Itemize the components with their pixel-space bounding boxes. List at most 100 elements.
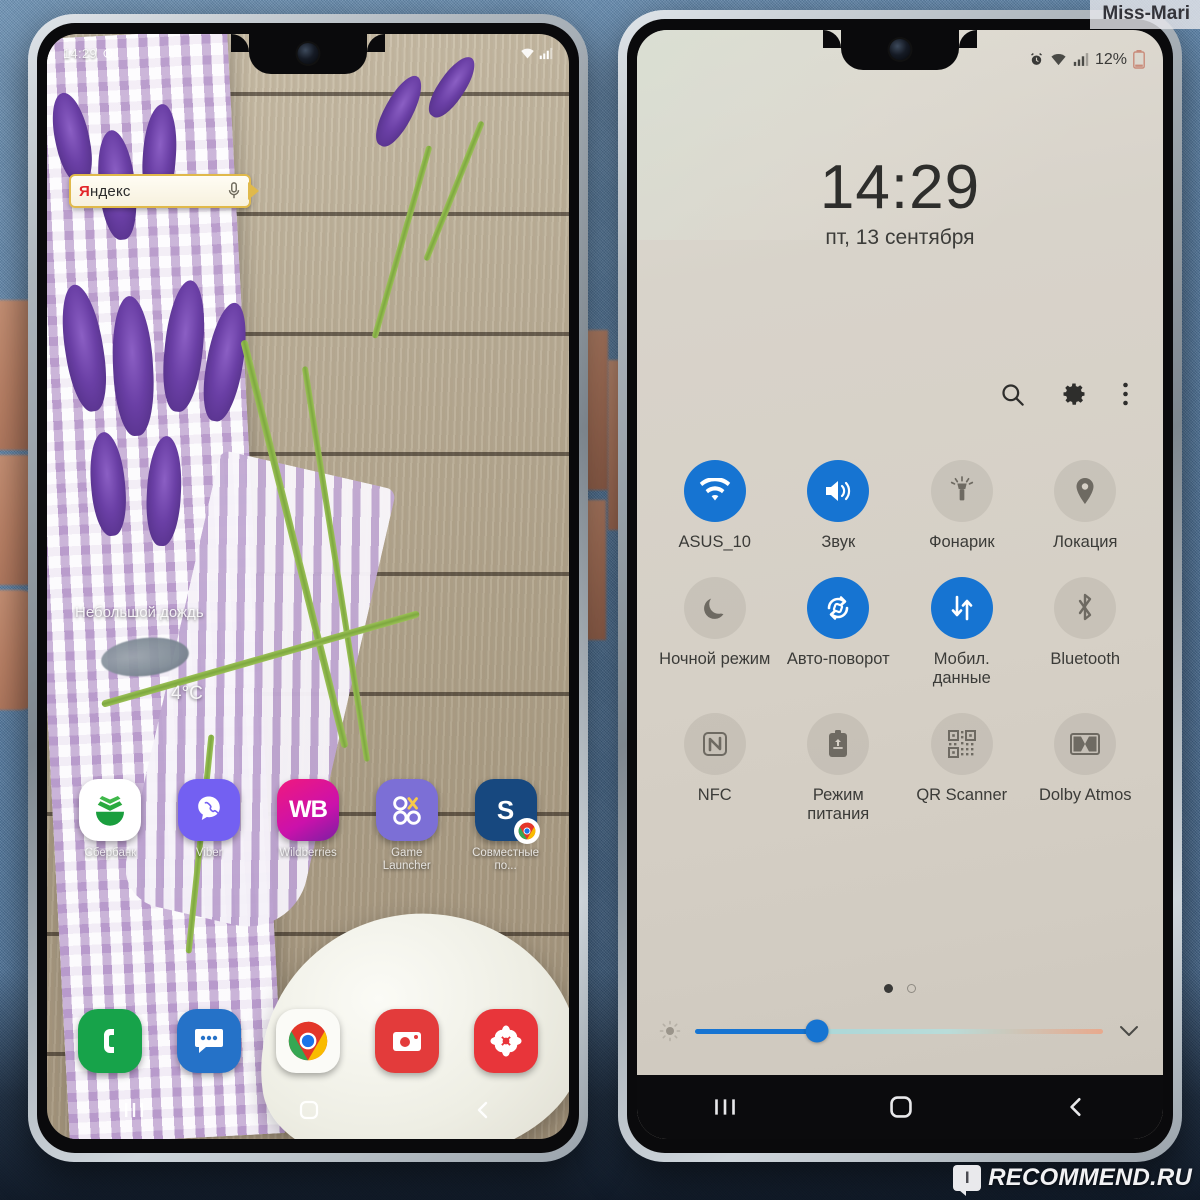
app-viber[interactable]: Viber <box>170 779 248 873</box>
weather-temperature: 4°C <box>171 683 203 704</box>
back-icon[interactable] <box>473 1100 493 1120</box>
quick-settings-screen[interactable]: 12% 14:29 пт, 13 сентября ASUS_10 Звук Ф… <box>637 30 1163 1139</box>
toggle-label: NFC <box>697 786 732 805</box>
microphone-icon[interactable] <box>227 182 241 200</box>
more-options-icon[interactable] <box>1122 381 1129 407</box>
back-icon[interactable] <box>1065 1096 1087 1118</box>
page-indicator <box>637 984 1163 993</box>
samsung-shared-icon: S <box>474 779 540 844</box>
toggle-dolby-atmos[interactable]: Dolby Atmos <box>1029 713 1141 823</box>
dock-messages[interactable] <box>170 1009 248 1073</box>
app-label: Wildberries <box>279 847 337 859</box>
home-screen[interactable]: 14:29 Яндекс Небольшой дождь 4°C Сбербан… <box>47 34 569 1139</box>
dock-phone[interactable] <box>71 1009 149 1073</box>
recents-icon[interactable] <box>123 1101 145 1119</box>
game-launcher-icon <box>375 779 438 841</box>
phone-bezel: 14:29 Яндекс Небольшой дождь 4°C Сбербан… <box>37 23 579 1153</box>
irecommend-badge-icon: I <box>953 1165 982 1196</box>
quick-settings-row: Ночной режим Авто-поворот Мобил. данные … <box>653 577 1147 687</box>
page-dot[interactable] <box>907 984 916 993</box>
auto-rotate-icon <box>807 577 870 640</box>
app-sberbank[interactable]: Сбербанк <box>71 779 149 873</box>
chrome-badge-icon <box>513 818 540 844</box>
navigation-bar <box>47 1081 569 1139</box>
camera-icon <box>374 1009 439 1073</box>
toggle-label: ASUS_10 <box>678 533 751 551</box>
app-label: Viber <box>195 847 223 859</box>
toggle-label: Локация <box>1053 533 1118 551</box>
lockscreen-clock: 14:29 <box>819 153 981 222</box>
phone-right-quick-settings: 12% 14:29 пт, 13 сентября ASUS_10 Звук Ф… <box>618 10 1182 1162</box>
app-samsung-shared[interactable]: S Совместные по... <box>467 779 545 873</box>
alarm-icon <box>1031 53 1042 65</box>
toggle-nfc[interactable]: NFC <box>659 713 771 823</box>
quick-settings-grid: ASUS_10 Звук Фонарик Локация Ночной режи… <box>653 460 1147 849</box>
status-bar-right <box>520 47 553 60</box>
qr-scanner-icon <box>930 713 993 776</box>
toggle-flashlight[interactable]: Фонарик <box>906 460 1018 551</box>
yandex-search-widget[interactable]: Яндекс <box>69 174 259 208</box>
toggle-label: Звук <box>821 533 856 551</box>
dock-chrome[interactable] <box>269 1009 347 1073</box>
home-icon[interactable] <box>298 1099 320 1121</box>
app-game-launcher[interactable]: Game Launcher <box>368 779 446 873</box>
viber-icon <box>178 779 241 841</box>
toggle-night-mode[interactable]: Ночной режим <box>659 577 771 687</box>
display-notch <box>823 30 977 70</box>
status-time: 14:29 <box>63 45 98 61</box>
quick-panel-header-actions <box>999 380 1129 408</box>
weather-widget[interactable]: Небольшой дождь 4°C <box>75 604 204 705</box>
toggle-mobile-data[interactable]: Мобил. данные <box>906 577 1018 687</box>
app-label: Сбербанк <box>84 847 137 859</box>
app-label: Совместные по... <box>472 847 540 872</box>
watermark-irecommend: I RECOMMEND.RU <box>953 1164 1192 1196</box>
chevron-down-icon[interactable] <box>1117 1022 1141 1040</box>
yandex-widget-arrow <box>248 182 259 200</box>
toggle-location[interactable]: Локация <box>1029 460 1141 551</box>
status-bar-left: 14:29 <box>63 46 114 61</box>
brightness-slider[interactable] <box>695 1019 1103 1043</box>
gallery-icon <box>473 1009 538 1073</box>
brightness-slider-row <box>659 1019 1141 1043</box>
dock-camera[interactable] <box>368 1009 446 1073</box>
brightness-slider-knob[interactable] <box>805 1019 829 1043</box>
toggle-label: Режим питания <box>807 786 870 823</box>
brightness-low-icon <box>659 1020 681 1042</box>
front-camera-icon <box>297 43 319 64</box>
weather-description: Небольшой дождь <box>75 604 204 621</box>
battery-icon <box>1133 50 1145 69</box>
toggle-wifi[interactable]: ASUS_10 <box>659 460 771 551</box>
brightness-slider-fill <box>695 1028 818 1034</box>
watermark-author: Miss-Mari <box>1090 0 1200 29</box>
settings-gear-icon[interactable] <box>1060 380 1088 408</box>
power-mode-icon <box>807 713 870 776</box>
phone-bezel: 12% 14:29 пт, 13 сентября ASUS_10 Звук Ф… <box>627 19 1173 1153</box>
navigation-bar <box>637 1075 1163 1139</box>
wifi-icon <box>1051 53 1066 66</box>
recents-icon[interactable] <box>713 1097 737 1117</box>
dock <box>47 1009 569 1073</box>
toggle-power-mode[interactable]: Режим питания <box>782 713 894 823</box>
irecommend-label: RECOMMEND.RU <box>988 1164 1192 1191</box>
status-bar: 12% <box>1029 50 1145 69</box>
home-icon[interactable] <box>888 1094 914 1120</box>
toggle-label: Ночной режим <box>659 650 771 669</box>
toggle-label: Мобил. данные <box>932 650 991 687</box>
moon-icon <box>683 577 746 640</box>
toggle-bluetooth[interactable]: Bluetooth <box>1029 577 1141 687</box>
toggle-sound[interactable]: Звук <box>782 460 894 551</box>
app-wildberries[interactable]: WB Wildberries <box>269 779 347 873</box>
page-dot-active[interactable] <box>884 984 893 993</box>
signal-icon <box>1073 53 1089 66</box>
bluetooth-icon <box>1054 577 1117 640</box>
toggle-auto-rotate[interactable]: Авто-поворот <box>782 577 894 687</box>
toggle-label: Фонарик <box>928 533 995 551</box>
toggle-label: Dolby Atmos <box>1038 786 1132 805</box>
nfc-icon <box>683 713 746 776</box>
toggle-qr-scanner[interactable]: QR Scanner <box>906 713 1018 823</box>
rain-cloud-icon <box>99 633 191 681</box>
location-pin-icon <box>1054 460 1117 522</box>
wildberries-icon: WB <box>276 779 339 841</box>
dock-gallery[interactable] <box>467 1009 545 1073</box>
search-icon[interactable] <box>999 381 1026 408</box>
